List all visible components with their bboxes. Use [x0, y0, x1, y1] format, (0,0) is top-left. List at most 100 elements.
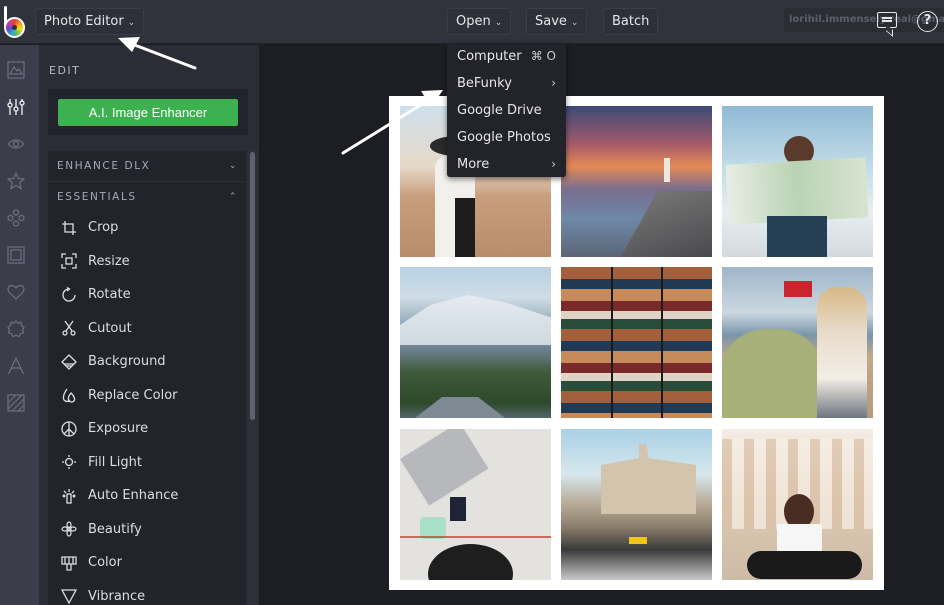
shortcut-label: ⌘ O: [530, 49, 556, 63]
menu-item-google-photos[interactable]: Google Photos: [447, 124, 566, 151]
menu-item-computer[interactable]: Computer ⌘ O: [447, 43, 566, 70]
edit-adjust-icon[interactable]: [7, 98, 25, 116]
laptop-shape: [400, 429, 489, 506]
fill-light-icon: [61, 454, 77, 470]
text-icon[interactable]: [7, 357, 25, 375]
tool-fill-light[interactable]: Fill Light: [48, 446, 246, 479]
photo-editor-label: Photo Editor: [44, 14, 124, 29]
hat-shape: [428, 544, 513, 580]
figure-top-shape: [455, 198, 475, 257]
collage-photo-2[interactable]: [561, 106, 712, 257]
collage-photo-4[interactable]: [400, 267, 551, 418]
tool-exposure[interactable]: Exposure: [48, 412, 246, 445]
road-shape: [415, 397, 505, 418]
menu-item-label: Google Drive: [457, 103, 542, 118]
chevron-up-icon: ⌃: [228, 192, 238, 202]
tool-label: Replace Color: [88, 387, 178, 403]
open-label: Open: [456, 14, 491, 29]
tool-cutout[interactable]: Cutout: [48, 312, 246, 345]
artsy-circles-icon[interactable]: [7, 209, 25, 227]
tool-label: Background: [88, 354, 166, 369]
tool-color[interactable]: Color: [48, 546, 246, 579]
menu-item-google-drive[interactable]: Google Drive: [447, 97, 566, 124]
chevron-down-icon: ⌄: [127, 18, 136, 28]
car-shape: [722, 329, 822, 418]
top-bar: Photo Editor ⌄ Open ⌄ Save ⌄ Batch lorihil.…: [0, 0, 944, 44]
section-enhance-dlx[interactable]: ENHANCE DLX ⌄: [48, 151, 246, 181]
tool-replace-color[interactable]: Replace Color: [48, 379, 246, 412]
save-label: Save: [535, 14, 567, 29]
tool-background[interactable]: Background: [48, 345, 246, 378]
tool-label: Fill Light: [88, 454, 142, 470]
ai-image-enhancer-button[interactable]: A.I. Image Enhancer: [58, 99, 238, 126]
beautify-icon: [61, 521, 77, 537]
tool-rotate[interactable]: Rotate: [48, 278, 246, 311]
tool-label: Cutout: [88, 320, 132, 336]
save-button[interactable]: Save ⌄: [526, 8, 588, 35]
chat-icon[interactable]: [877, 12, 897, 28]
chevron-right-icon: ›: [551, 76, 556, 90]
tool-label: Auto Enhance: [88, 488, 179, 503]
stack-divider-shape: [661, 267, 663, 418]
building-shape: [601, 444, 696, 514]
taxi-sign-shape: [629, 537, 647, 544]
image-manager-icon[interactable]: [7, 61, 25, 79]
section-essentials[interactable]: ESSENTIALS ⌃: [48, 181, 246, 211]
essentials-tool-list: Crop Resize Rotate Cutout Background Rep…: [48, 211, 246, 605]
eye-icon[interactable]: [7, 135, 25, 153]
tool-label: Crop: [88, 220, 119, 235]
menu-item-label: BeFunky: [457, 76, 512, 91]
tool-label: Beautify: [88, 521, 142, 537]
tool-crop[interactable]: Crop: [48, 211, 246, 244]
menu-item-label: Computer: [457, 49, 522, 64]
stack-divider-shape: [611, 267, 613, 418]
photo-editor-dropdown[interactable]: Photo Editor ⌄: [35, 8, 145, 35]
panel-scrollbar[interactable]: [250, 152, 255, 420]
tool-auto-enhance[interactable]: Auto Enhance: [48, 479, 246, 512]
color-icon: [61, 555, 77, 571]
collage-photo-9[interactable]: [722, 429, 873, 580]
befunky-logo[interactable]: [4, 6, 26, 38]
collage-photo-8[interactable]: [561, 429, 712, 580]
section-label: ESSENTIALS: [57, 191, 137, 203]
tool-label: Rotate: [88, 287, 131, 302]
heart-icon[interactable]: [7, 283, 25, 301]
collage-photo-5[interactable]: [561, 267, 712, 418]
drops-icon: [61, 387, 77, 403]
red-case-shape: [784, 281, 812, 297]
badge-icon[interactable]: [7, 320, 25, 338]
batch-label: Batch: [612, 14, 650, 29]
jeans-shape: [767, 216, 827, 257]
section-label: ENHANCE DLX: [57, 160, 151, 172]
map-shape: [725, 157, 869, 225]
collage-photo-6[interactable]: [722, 267, 873, 418]
tool-label: Exposure: [88, 421, 149, 436]
exposure-icon: [61, 420, 77, 437]
frame-icon[interactable]: [7, 246, 25, 264]
star-icon[interactable]: [7, 172, 25, 190]
scissors-icon: [61, 320, 77, 336]
open-button[interactable]: Open ⌄: [447, 8, 512, 35]
tool-beautify[interactable]: Beautify: [48, 513, 246, 546]
batch-button[interactable]: Batch: [603, 8, 659, 35]
collage-photo-7[interactable]: [400, 429, 551, 580]
rocks-shape: [621, 191, 712, 257]
tool-rail: [0, 45, 39, 605]
logo-color-wheel-icon: [4, 17, 25, 38]
collage-photo-3[interactable]: [722, 106, 873, 257]
background-icon: [61, 353, 77, 370]
help-icon[interactable]: ?: [917, 11, 938, 32]
crop-icon: [61, 220, 77, 236]
chevron-down-icon: ⌄: [228, 161, 238, 171]
lighthouse-shape: [664, 158, 670, 182]
tool-resize[interactable]: Resize: [48, 245, 246, 278]
resize-icon: [61, 253, 77, 269]
menu-item-more[interactable]: More ›: [447, 151, 566, 178]
chevron-right-icon: ›: [551, 157, 556, 171]
texture-icon[interactable]: [7, 394, 25, 412]
tool-vibrance[interactable]: Vibrance: [48, 580, 246, 605]
rotate-icon: [61, 286, 77, 303]
menu-item-befunky[interactable]: BeFunky ›: [447, 70, 566, 97]
panel-title: EDIT: [49, 64, 81, 77]
passport-shape: [450, 497, 466, 521]
